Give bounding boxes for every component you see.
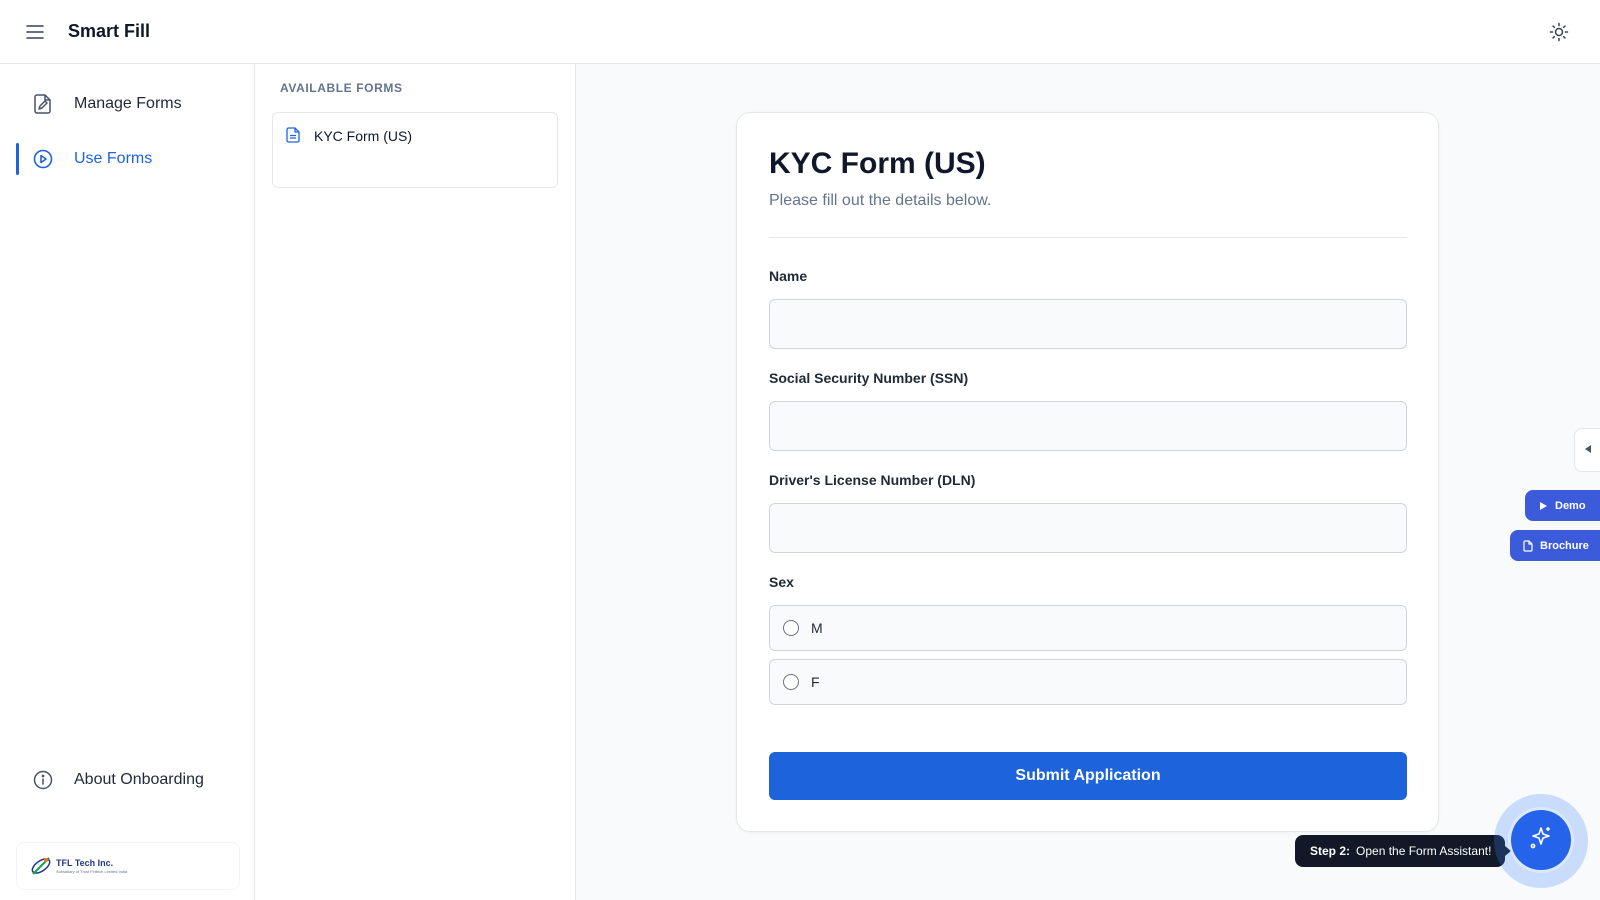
tooltip-step: Step 2: xyxy=(1310,844,1351,858)
sidebar: Manage Forms Use Forms About Onboarding … xyxy=(0,64,255,900)
sparkles-icon xyxy=(1528,825,1554,856)
play-circle-icon xyxy=(32,148,54,170)
form-assistant-button[interactable] xyxy=(1511,810,1571,870)
radio-label: M xyxy=(811,620,823,636)
form-divider xyxy=(769,237,1407,238)
dln-input[interactable] xyxy=(769,503,1407,553)
brochure-button[interactable]: Brochure xyxy=(1510,530,1600,561)
caret-left-icon xyxy=(1584,441,1592,459)
document-edit-icon xyxy=(32,93,54,115)
info-icon xyxy=(32,769,54,791)
forms-list-heading: AVAILABLE FORMS xyxy=(280,81,403,95)
brochure-label: Brochure xyxy=(1540,539,1589,552)
company-logo: TFL Tech Inc. Subsidiary of Trust Fintec… xyxy=(16,842,240,890)
dln-label: Driver's License Number (DLN) xyxy=(769,472,976,488)
ssn-label: Social Security Number (SSN) xyxy=(769,370,969,386)
document-icon xyxy=(1522,539,1534,552)
sun-icon[interactable] xyxy=(1548,21,1570,43)
document-icon xyxy=(286,127,302,143)
sex-option-m[interactable]: M xyxy=(769,605,1407,651)
form-title: KYC Form (US) xyxy=(769,147,986,180)
form-list-item-label: KYC Form (US) xyxy=(314,128,412,144)
radio-label: F xyxy=(811,674,820,690)
sidebar-item-label: Manage Forms xyxy=(74,95,182,112)
name-input[interactable] xyxy=(769,299,1407,349)
ssn-input[interactable] xyxy=(769,401,1407,451)
logo-name: TFL Tech Inc. xyxy=(56,857,114,868)
submit-application-button[interactable]: Submit Application xyxy=(769,752,1407,800)
radio-button[interactable] xyxy=(783,620,799,636)
app-title: Smart Fill xyxy=(68,21,151,41)
demo-button[interactable]: Demo xyxy=(1525,490,1600,521)
app-header: Smart Fill xyxy=(0,0,1600,64)
play-icon xyxy=(1537,500,1549,512)
forms-list-panel: AVAILABLE FORMS KYC Form (US) xyxy=(255,64,576,900)
form-subtitle: Please fill out the details below. xyxy=(769,192,992,209)
form-card: KYC Form (US) Please fill out the detail… xyxy=(736,112,1439,832)
sex-label: Sex xyxy=(769,574,794,590)
sex-option-f[interactable]: F xyxy=(769,659,1407,705)
collapse-panel-tab[interactable] xyxy=(1574,428,1600,472)
form-list-item[interactable]: KYC Form (US) xyxy=(272,112,558,188)
sidebar-item-about-onboarding[interactable]: About Onboarding xyxy=(16,760,240,800)
name-label: Name xyxy=(769,268,808,284)
sidebar-item-label: Use Forms xyxy=(74,150,153,167)
tooltip-text: Open the Form Assistant! xyxy=(1356,844,1492,858)
logo-tagline: Subsidiary of Trust Fintech Limited Indi… xyxy=(56,868,128,874)
logo-mark-icon xyxy=(31,857,51,875)
radio-button[interactable] xyxy=(783,674,799,690)
onboarding-tooltip: Step 2: Open the Form Assistant! xyxy=(1295,835,1511,867)
sidebar-item-use-forms[interactable]: Use Forms xyxy=(16,139,240,179)
sidebar-item-manage-forms[interactable]: Manage Forms xyxy=(16,84,240,124)
hamburger-menu-icon[interactable] xyxy=(24,21,46,43)
sidebar-item-label: About Onboarding xyxy=(74,771,204,788)
demo-label: Demo xyxy=(1555,499,1586,512)
